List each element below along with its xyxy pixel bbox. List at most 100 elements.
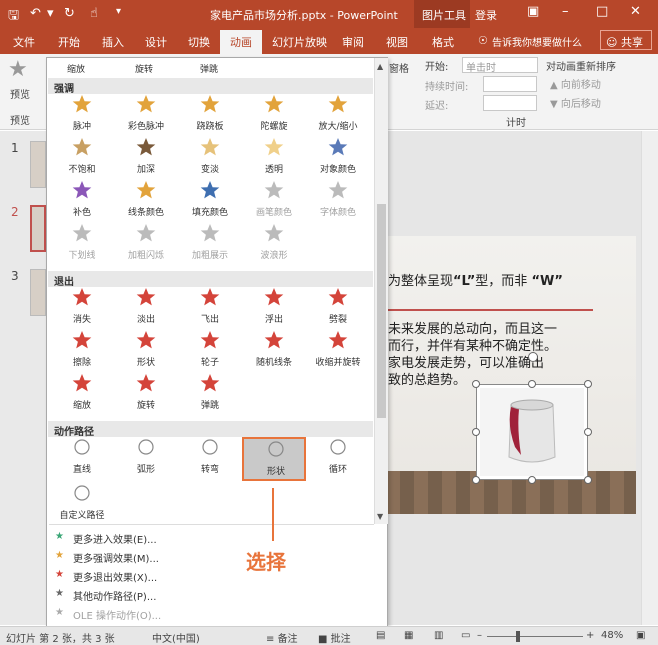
effect-item[interactable]: 自定义路径 [50,483,114,527]
slide-thumbnail-2[interactable] [30,205,46,252]
preview-button[interactable]: 预览 [10,86,30,101]
resize-handle[interactable] [584,428,592,436]
normal-view-icon[interactable]: ▤ [376,630,385,641]
tab-home[interactable]: 开始 [58,34,80,50]
effect-item[interactable]: 线条颜色 [114,180,178,224]
effect-item[interactable]: 转弯 [178,437,242,481]
resize-handle[interactable] [472,428,480,436]
maximize-icon[interactable]: □ [596,4,608,19]
kettle-image[interactable] [476,384,588,480]
dropdown-arrow-icon[interactable]: ▾ [47,6,54,21]
effect-zoom-label[interactable]: 缩放 [67,62,85,75]
resize-handle[interactable] [528,380,536,388]
effect-item[interactable]: 透明 [242,137,306,181]
effect-item[interactable]: 弹跳 [178,373,242,417]
effect-item[interactable]: 随机线条 [242,330,306,374]
resize-handle[interactable] [472,380,480,388]
scroll-down-icon[interactable]: ▼ [377,512,383,521]
move-earlier-button[interactable]: ▲ 向前移动 [550,76,601,91]
effect-item[interactable]: 对象颜色 [306,137,370,181]
scroll-thumb[interactable] [377,204,386,418]
minimize-icon[interactable]: – [562,4,569,19]
effect-item[interactable]: 加粗闪烁 [114,223,178,267]
effect-item[interactable]: 字体颜色 [306,180,370,224]
slide-thumbnail-1[interactable] [30,141,46,188]
effect-item[interactable]: 浮出 [242,287,306,331]
effect-item[interactable]: 加粗展示 [178,223,242,267]
effect-item[interactable]: 波浪形 [242,223,306,267]
effect-item[interactable]: 弧形 [114,437,178,481]
body-line[interactable]: 致的总趋势。 [388,369,466,388]
slide-sorter-icon[interactable]: ▦ [404,630,413,641]
reading-view-icon[interactable]: ▥ [434,630,443,641]
redo-icon[interactable]: ↻ [64,6,75,21]
effect-item[interactable]: 飞出 [178,287,242,331]
effect-item[interactable]: 缩放 [50,373,114,417]
effect-bounce-label[interactable]: 弹跳 [200,62,218,75]
effect-item[interactable]: 跷跷板 [178,94,242,138]
effect-item[interactable]: 彩色脉冲 [114,94,178,138]
slide-thumbnail-3[interactable] [30,269,46,316]
touch-mode-icon[interactable]: ☝ [90,6,98,21]
effect-item[interactable]: 不饱和 [50,137,114,181]
effect-item[interactable]: 擦除 [50,330,114,374]
delay-input[interactable] [483,95,537,111]
customize-icon[interactable]: ▾ [116,6,121,17]
gallery-footer-item[interactable]: ★ 更多进入效果(E)... [49,528,369,546]
effect-spin-label[interactable]: 旋转 [135,62,153,75]
tab-animations[interactable]: 动画 [220,30,262,56]
gallery-scrollbar[interactable]: ▲ ▼ [374,58,388,524]
tell-me-input[interactable]: 告诉我你想要做什么 [492,34,582,49]
animation-pane-label[interactable]: 窗格 [389,60,409,75]
effect-item[interactable]: 劈裂 [306,287,370,331]
fit-window-icon[interactable]: ▣ [636,630,645,641]
effect-item[interactable]: 陀螺旋 [242,94,306,138]
effect-item[interactable]: 脉冲 [50,94,114,138]
save-icon[interactable]: 🖫 [8,6,19,28]
effect-item[interactable]: 变淡 [178,137,242,181]
tab-transitions[interactable]: 切换 [188,34,210,50]
effect-item[interactable]: 加深 [114,137,178,181]
move-later-button[interactable]: ▼ 向后移动 [550,95,601,110]
share-button[interactable]: ☺ 共享 [600,30,652,50]
close-icon[interactable]: ✕ [630,4,641,19]
preview-star-icon[interactable]: ★ [8,57,28,82]
zoom-in-icon[interactable]: + [586,630,594,641]
duration-input[interactable] [483,76,537,92]
zoom-slider[interactable] [487,636,583,637]
notes-button[interactable]: ≡ 备注 [266,630,298,645]
effect-item[interactable]: 消失 [50,287,114,331]
effect-item[interactable]: 循环 [306,437,370,481]
rotate-handle[interactable] [528,352,538,362]
language-indicator[interactable]: 中文(中国) [152,630,200,645]
resize-handle[interactable] [472,476,480,484]
tab-insert[interactable]: 插入 [102,34,124,50]
resize-handle[interactable] [584,476,592,484]
tab-slideshow[interactable]: 幻灯片放映 [272,34,327,50]
resize-handle[interactable] [528,476,536,484]
effect-item[interactable]: 旋转 [114,373,178,417]
start-select[interactable]: 单击时 [462,57,538,74]
comments-button[interactable]: ■ 批注 [318,630,351,645]
effect-item[interactable]: 直线 [50,437,114,481]
scroll-up-icon[interactable]: ▲ [377,62,383,71]
ribbon-display-icon[interactable]: ▣ [527,4,539,19]
effect-item[interactable]: 画笔颜色 [242,180,306,224]
effect-item[interactable]: 补色 [50,180,114,224]
resize-handle[interactable] [584,380,592,388]
effect-item[interactable]: 填充颜色 [178,180,242,224]
effect-item[interactable]: 收缩并旋转 [306,330,370,374]
effect-item[interactable]: 下划线 [50,223,114,267]
gallery-footer-item[interactable]: ★ 更多退出效果(X)... [49,566,369,584]
zoom-out-icon[interactable]: – [477,630,482,641]
gallery-footer-item[interactable]: ★ 更多强调效果(M)... [49,547,369,565]
tab-design[interactable]: 设计 [145,34,167,50]
slide-scrollbar[interactable] [641,131,658,625]
tab-file[interactable]: 文件 [13,34,35,50]
effect-item[interactable]: 轮子 [178,330,242,374]
effect-item[interactable]: 形状 [114,330,178,374]
effect-item[interactable]: 淡出 [114,287,178,331]
slide-canvas[interactable]: 为整体呈现“L”型，而非 “W” 未来发展的总动向，而且这一 而行，并伴有某种不… [386,236,636,514]
tab-view[interactable]: 视图 [386,34,408,50]
tab-review[interactable]: 审阅 [342,34,364,50]
